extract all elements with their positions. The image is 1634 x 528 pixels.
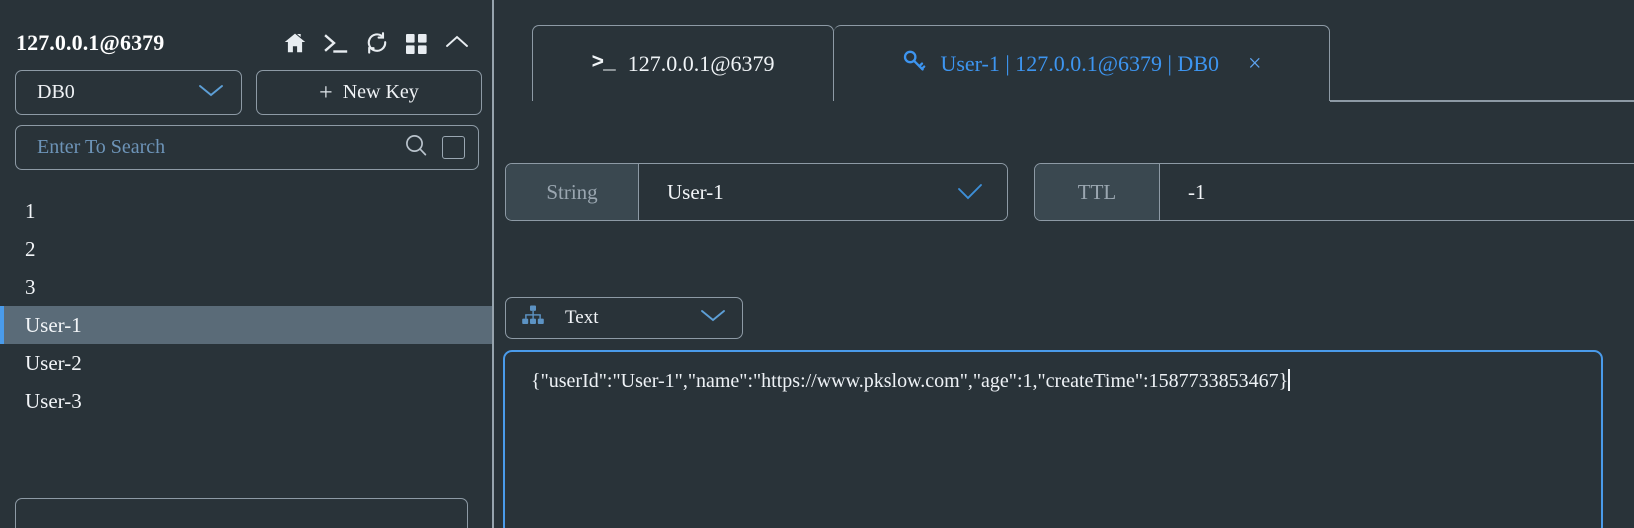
key-name-field-group: String User-1 [505,163,1008,221]
ttl-value: -1 [1188,180,1206,205]
sidebar-header: 127.0.0.1@6379 [0,0,494,62]
value-editor-text: {"userId":"User-1","name":"https://www.p… [531,370,1288,392]
redis-client-window: 127.0.0.1@6379 [0,0,1634,528]
key-label: 2 [25,237,36,262]
key-list-item[interactable]: User-2 [0,344,494,382]
sidebar-header-icons [283,31,470,55]
key-label: User-1 [25,313,82,338]
refresh-icon[interactable] [365,31,389,55]
key-label: User-3 [25,389,82,414]
sidebar-bottom-panel[interactable] [15,498,468,528]
new-key-button[interactable]: + New Key [256,70,482,115]
search-icon[interactable] [403,132,429,163]
home-icon[interactable] [283,31,307,55]
sitemap-icon [521,304,545,332]
chevron-up-icon[interactable] [444,32,470,54]
plus-icon: + [319,81,333,105]
value-editor[interactable]: {"userId":"User-1","name":"https://www.p… [503,350,1603,528]
key-list-item[interactable]: User-3 [0,382,494,420]
ttl-field[interactable]: -1 [1160,164,1634,220]
ttl-label: TTL [1035,164,1160,220]
key-list-item[interactable]: 3 [0,268,494,306]
key-name-value: User-1 [667,180,724,205]
key-list: 1 2 3 User-1 User-2 User-3 [0,192,494,420]
tab-console-label: 127.0.0.1@6379 [628,51,775,77]
key-label: User-2 [25,351,82,376]
key-list-item[interactable]: 2 [0,230,494,268]
tab-bar: >_ 127.0.0.1@6379 User-1 | 127.0.0.1@637… [494,0,1634,107]
search-bar [15,125,479,170]
connection-title: 127.0.0.1@6379 [16,30,164,56]
tab-console[interactable]: >_ 127.0.0.1@6379 [532,25,834,101]
key-label: 1 [25,199,36,224]
new-key-label: New Key [343,81,419,104]
key-label: 3 [25,275,36,300]
key-meta-row: String User-1 TTL -1 [494,163,1634,221]
tab-bar-divider [1330,100,1634,102]
search-bar-icons [403,132,465,163]
key-icon [901,48,927,80]
grid-icon[interactable] [405,32,428,55]
search-input[interactable] [37,136,403,159]
text-caret [1288,369,1290,391]
check-icon[interactable] [955,181,985,203]
db-select[interactable]: DB0 [15,70,242,115]
db-select-value: DB0 [37,81,75,104]
key-list-item[interactable]: 1 [0,192,494,230]
viewer-format-select[interactable]: Text [505,297,743,339]
sidebar-controls-row: DB0 + New Key [0,62,494,115]
chevron-down-icon [698,306,728,330]
key-name-field[interactable]: User-1 [639,164,1007,220]
search-filter-checkbox[interactable] [442,136,465,159]
ttl-field-group: TTL -1 [1034,163,1634,221]
key-type-label: String [506,164,639,220]
tab-key-label: User-1 | 127.0.0.1@6379 | DB0 [940,51,1219,77]
chevron-down-icon [197,81,225,105]
sidebar: 127.0.0.1@6379 [0,0,494,528]
terminal-icon: >_ [592,52,615,75]
key-list-item-selected[interactable]: User-1 [0,306,494,344]
viewer-format-label: Text [565,307,678,329]
terminal-icon[interactable] [323,31,349,55]
main-panel: >_ 127.0.0.1@6379 User-1 | 127.0.0.1@637… [494,0,1634,528]
tab-key-user-1[interactable]: User-1 | 127.0.0.1@6379 | DB0 × [834,25,1330,101]
close-icon[interactable]: × [1248,52,1262,76]
